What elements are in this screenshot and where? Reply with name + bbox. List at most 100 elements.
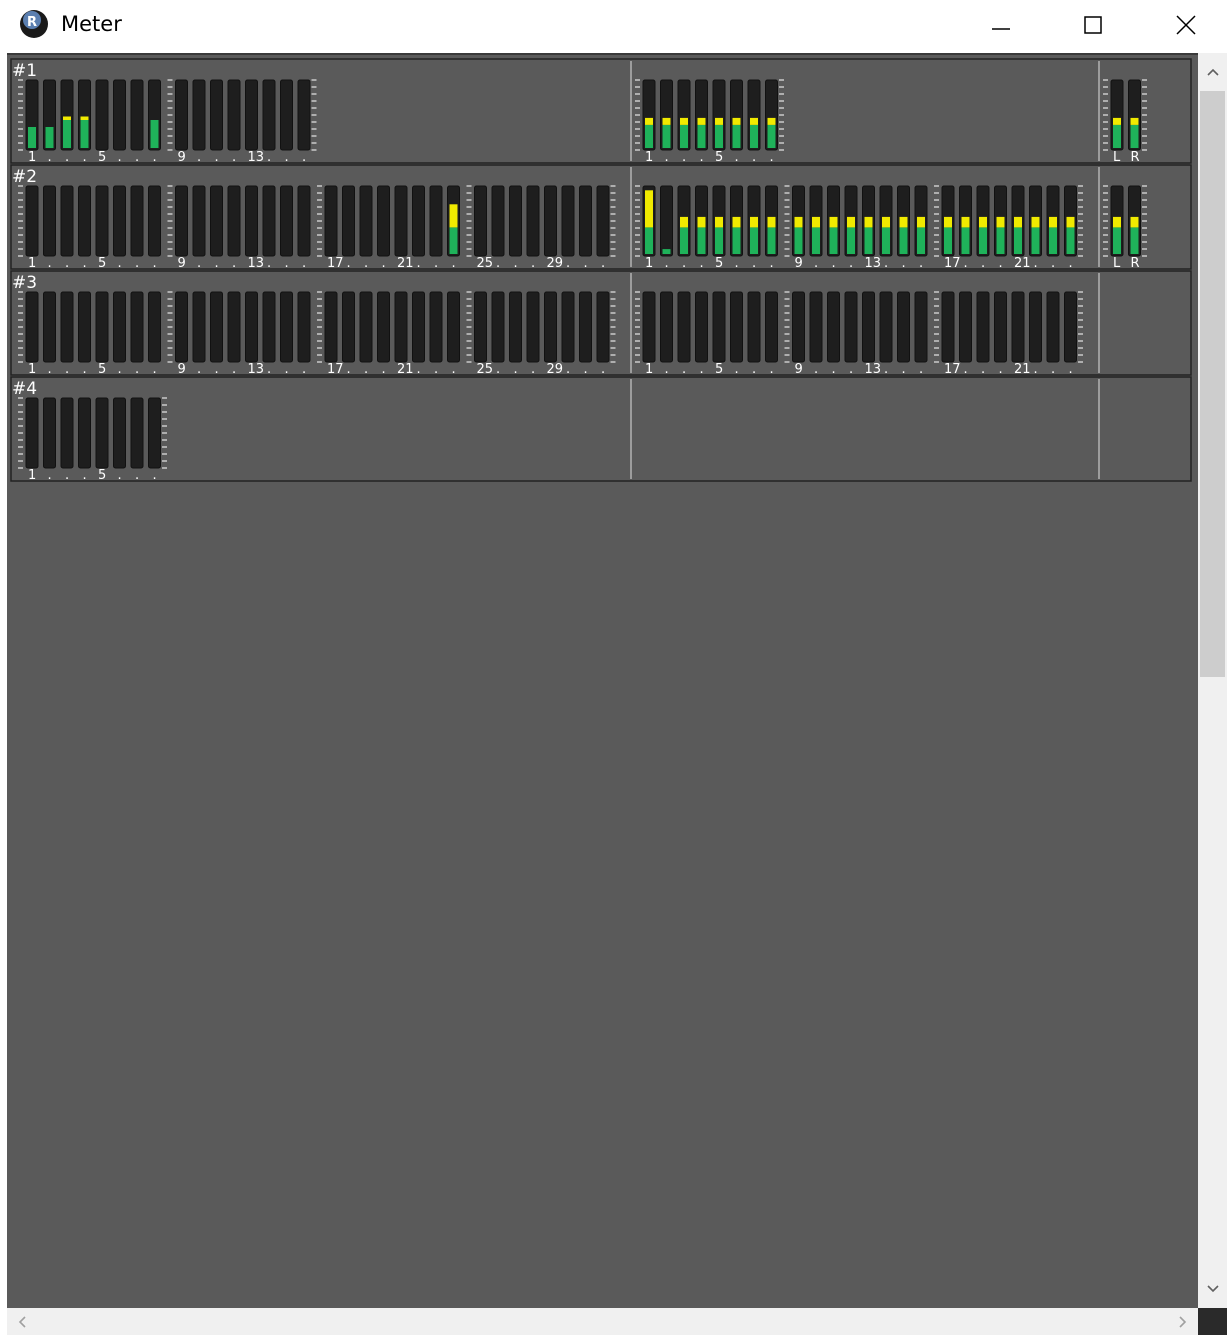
channel-dot-label: . (153, 468, 157, 483)
scroll-down-button[interactable] (1198, 1270, 1227, 1308)
window-title: Meter (61, 12, 122, 36)
channel-dot-label: . (285, 362, 289, 377)
meter-level-green (697, 124, 706, 148)
channel-dot-label: . (1034, 362, 1038, 377)
chevron-left-icon (18, 1315, 26, 1328)
channel-dot-label: . (302, 150, 306, 165)
channel-number-label: 21 (397, 256, 414, 271)
meter-channel-bar (491, 185, 505, 257)
channel-dot-label: . (770, 362, 774, 377)
channel-number-label: 5 (715, 256, 723, 271)
meter-channel-bar (377, 185, 390, 257)
close-icon (1176, 15, 1196, 35)
meter-level-yellow (864, 216, 873, 228)
meter-level-yellow (1113, 216, 1121, 228)
channel-number-label: 25 (477, 256, 494, 271)
meter-level-yellow (1130, 216, 1139, 228)
channel-dot-label: . (452, 362, 456, 377)
channel-dot-label: . (452, 256, 456, 271)
meter-channel-bar (359, 291, 373, 363)
meter-level-yellow (680, 216, 688, 228)
meter-channel-bar (280, 185, 293, 257)
meter-level-green (996, 227, 1005, 254)
channel-dot-label: . (752, 362, 756, 377)
channel-dot-label: . (83, 468, 87, 483)
meter-channel-bar (280, 79, 293, 151)
meter-channel-bar (747, 291, 761, 363)
channel-dot-label: . (735, 150, 739, 165)
meter-row-frame (10, 376, 1192, 482)
title-bar[interactable]: R Meter (0, 0, 1227, 52)
meter-channel-bar (280, 291, 293, 363)
meter-level-green (449, 227, 458, 254)
meter-channel-bar (660, 185, 673, 257)
meter-channel-bar (844, 291, 858, 363)
scroll-up-button[interactable] (1198, 53, 1227, 91)
vertical-scroll-thumb[interactable] (1200, 91, 1225, 677)
meter-channel-bar (262, 291, 276, 363)
meter-channel-bar (394, 185, 408, 257)
maximize-button[interactable] (1047, 0, 1139, 50)
channel-dot-label: . (514, 362, 518, 377)
channel-dot-label: . (884, 256, 888, 271)
meter-channel-bar (210, 291, 223, 363)
channel-dot-label: . (682, 362, 686, 377)
channel-dot-label: . (1051, 256, 1055, 271)
meter-level-yellow (645, 190, 653, 228)
horizontal-scrollbar[interactable] (7, 1308, 1198, 1335)
meter-level-green (732, 227, 741, 254)
channel-dot-label: . (232, 362, 236, 377)
channel-number-label: 17 (944, 362, 961, 377)
meter-channel-bar (677, 291, 691, 363)
meter-level-green (767, 227, 776, 254)
channel-number-label: 1 (645, 362, 653, 377)
channel-dot-label: . (665, 150, 669, 165)
channel-dot-label: . (382, 256, 386, 271)
meter-channel-bar (297, 79, 311, 151)
meter-client-area: #1 1... 5... 9... 13... 1... 5... L R #2 1... 5... 9… (7, 53, 1227, 1335)
meter-channel-bar (429, 291, 443, 363)
meter-level-green (1014, 227, 1022, 254)
channel-dot-label: . (118, 362, 122, 377)
channel-dot-label: . (964, 256, 968, 271)
channel-number-label: 1 (28, 150, 36, 165)
channel-dot-label: . (682, 150, 686, 165)
channel-number-label: 1 (645, 256, 653, 271)
minimize-button[interactable] (955, 0, 1047, 50)
meter-level-green (45, 127, 54, 148)
channel-dot-label: . (902, 362, 906, 377)
meter-channel-bar (474, 291, 487, 363)
row-label: #3 (12, 273, 37, 293)
meter-channel-bar (148, 291, 161, 363)
meter-channel-bar (262, 79, 276, 151)
meter-channel-bar (412, 291, 425, 363)
close-button[interactable] (1140, 0, 1227, 50)
scroll-right-button[interactable] (1168, 1308, 1198, 1335)
meter-level-yellow (697, 117, 706, 125)
meter-level-green (1031, 227, 1040, 254)
meter-level-yellow (645, 117, 653, 125)
vertical-scrollbar[interactable] (1198, 53, 1227, 1308)
channel-dot-label: . (197, 362, 201, 377)
channel-number-label: 21 (397, 362, 414, 377)
channel-number-label: 5 (98, 468, 106, 483)
meter-channel-bar (695, 291, 708, 363)
meter-level-yellow (662, 117, 671, 125)
channel-number-label: 1 (28, 256, 36, 271)
channel-number-label: 1 (28, 468, 36, 483)
channel-dot-label: . (735, 256, 739, 271)
scroll-left-button[interactable] (7, 1308, 37, 1335)
channel-dot-label: . (700, 150, 704, 165)
meter-level-yellow (697, 216, 706, 228)
meter-channel-bar (25, 291, 39, 363)
channel-dot-label: . (601, 362, 605, 377)
meter-channel-bar (245, 291, 258, 363)
meter-canvas: #11... 5... 9... 13... 1... 5... L R#21... 5... 9… (10, 58, 1192, 483)
meter-level-yellow (767, 117, 776, 125)
channel-number-label: 29 (547, 362, 564, 377)
channel-dot-label: . (752, 256, 756, 271)
meter-channel-bar (95, 79, 109, 151)
meter-channel-bar (192, 79, 206, 151)
channel-number-label: 17 (327, 256, 344, 271)
channel-number-label: 9 (178, 150, 186, 165)
